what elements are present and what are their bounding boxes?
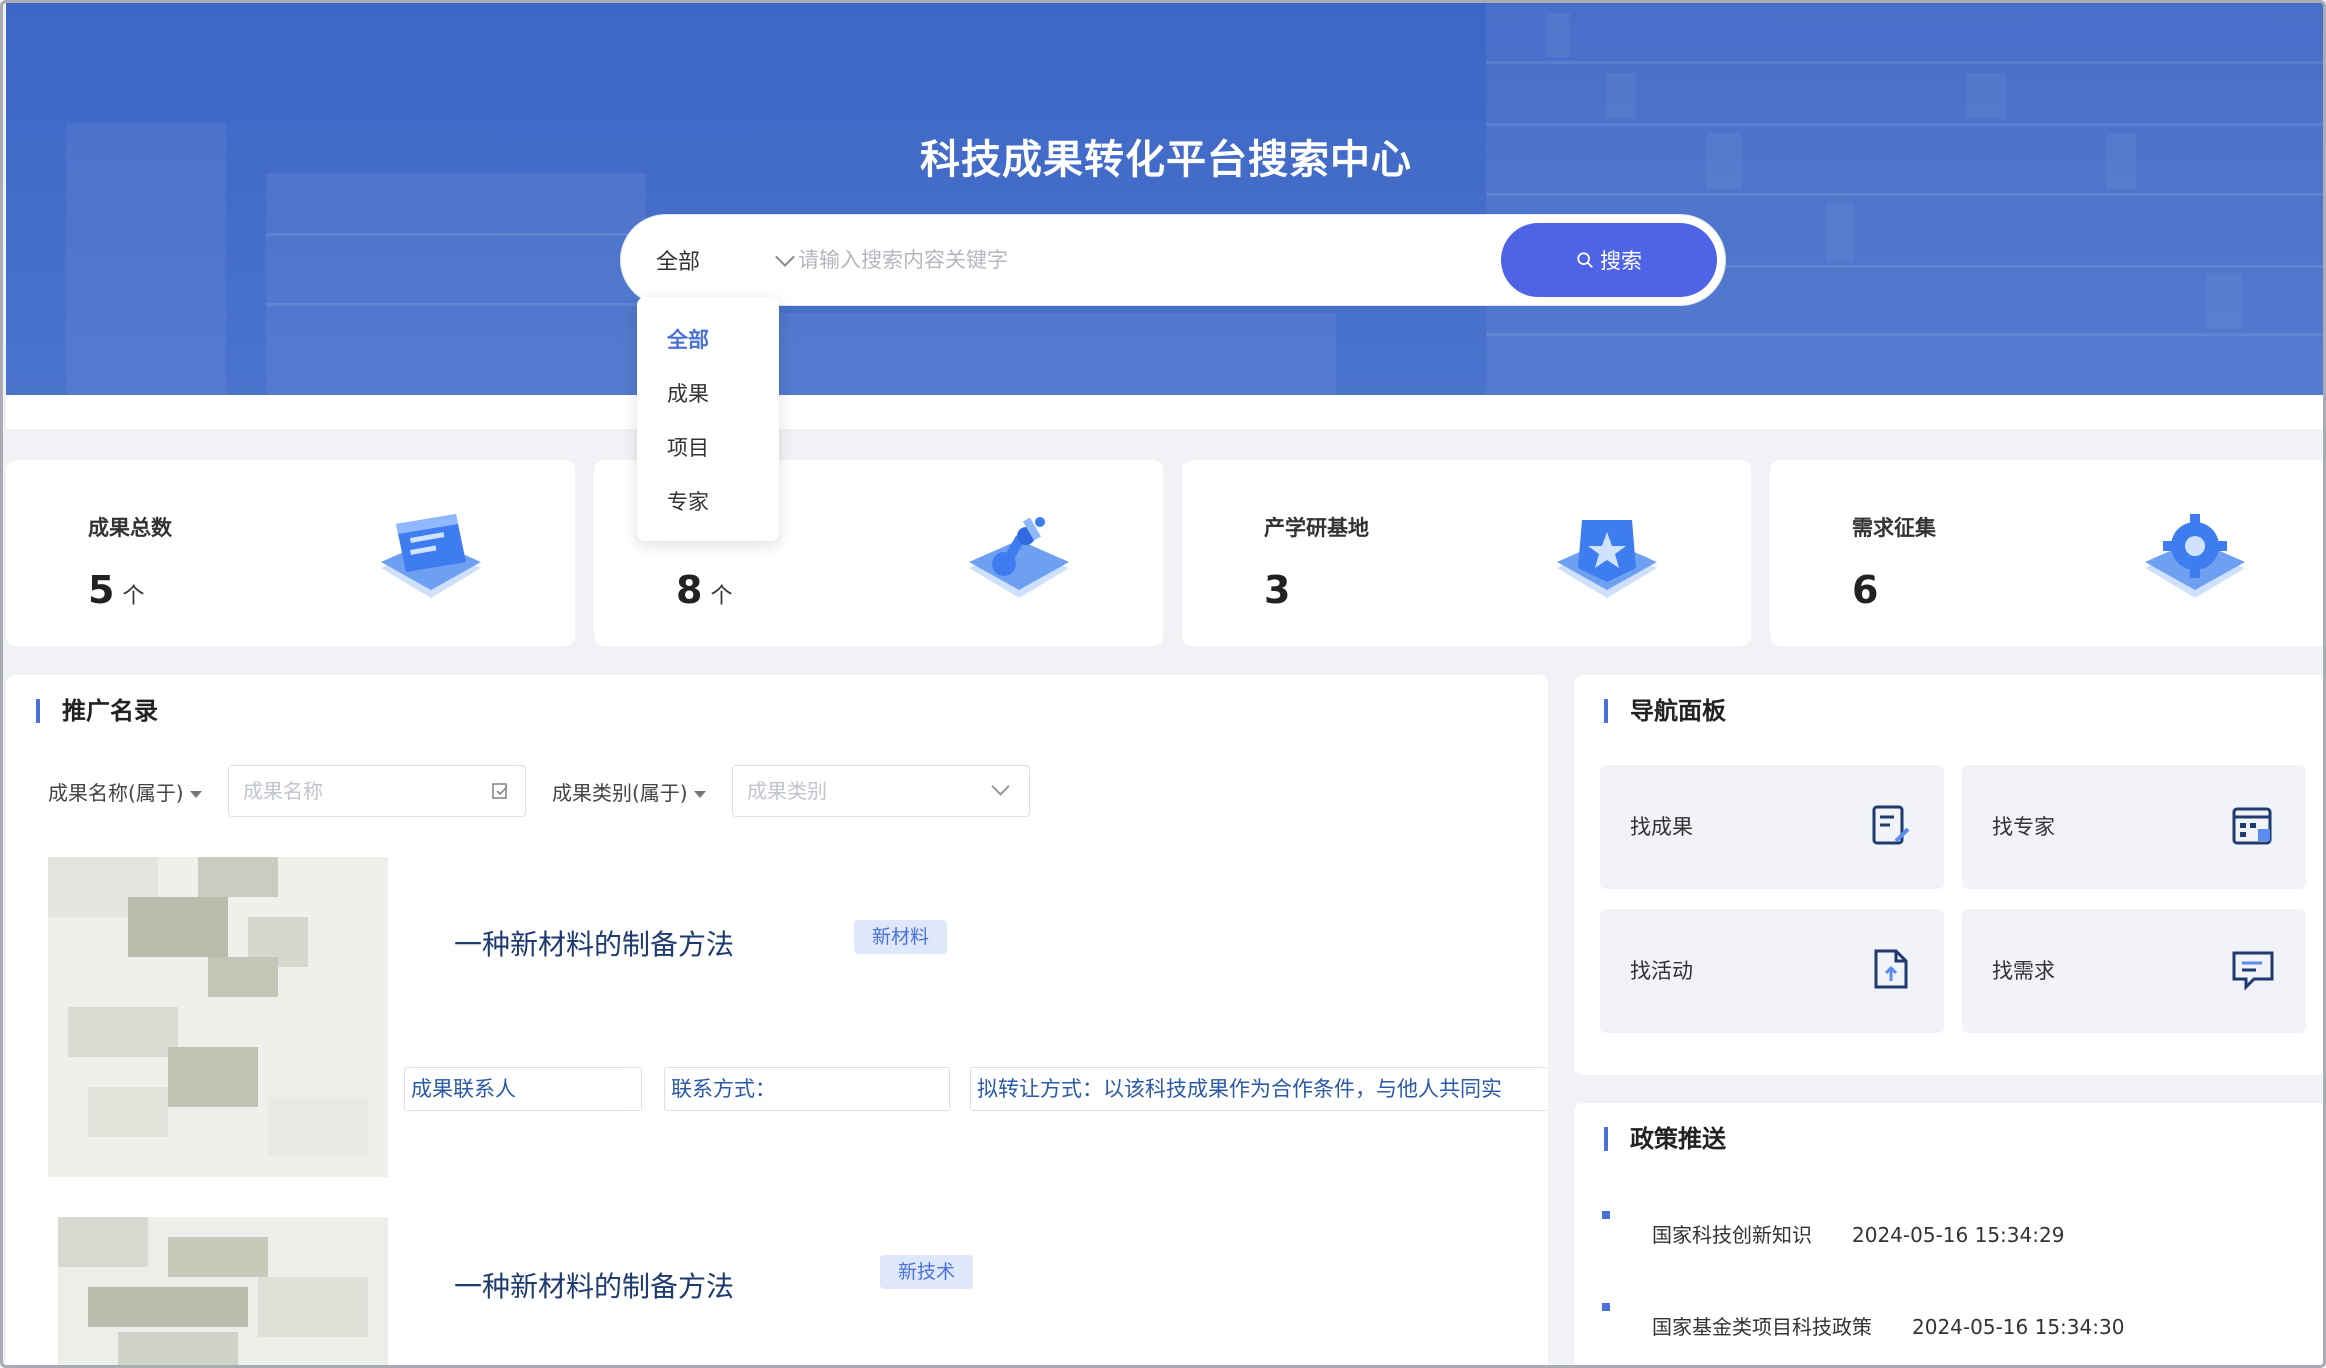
nav-panel-title: 导航面板 <box>1604 697 1726 725</box>
policy-item-name: 国家科技创新知识 <box>1652 1223 1812 1247</box>
contact-phone-field: 联系方式： <box>664 1067 950 1111</box>
nav-tile-find-demand[interactable]: 找需求 <box>1962 909 2306 1033</box>
stat-label: 成果总数 <box>88 516 172 540</box>
badge-star-icon <box>1557 520 1657 598</box>
transfer-method-field: 拟转让方式：以该科技成果作为合作条件，与他人共同实 <box>970 1067 1548 1111</box>
achievement-category-select[interactable]: 成果类别 <box>732 765 1030 817</box>
policy-panel: 政策推送 国家科技创新知识 2024-05-16 15:34:29 国家基金类项目… <box>1574 1103 2323 1365</box>
dropdown-option-expert[interactable]: 专家 <box>637 475 779 529</box>
achievement-title-link[interactable]: 一种新材料的制备方法 <box>454 923 734 963</box>
stat-value: 5个 <box>88 568 145 612</box>
policy-item-date: 2024-05-16 15:34:29 <box>1852 1223 2065 1247</box>
hero-bottom-band <box>6 395 2323 429</box>
nav-tile-find-activity[interactable]: 找活动 <box>1600 909 1944 1033</box>
nav-tile-label: 找专家 <box>1992 815 2055 839</box>
search-bar: 全部 搜索 <box>621 215 1725 305</box>
stat-card-achievements[interactable]: 成果总数 5个 <box>6 460 575 646</box>
nav-tile-label: 找需求 <box>1992 959 2055 983</box>
browser-window-icon <box>381 514 481 598</box>
edit-check-icon <box>492 783 508 799</box>
dropdown-option-project[interactable]: 项目 <box>637 421 779 475</box>
nav-tile-label: 找活动 <box>1630 959 1693 983</box>
category-tag: 新材料 <box>854 920 948 954</box>
directory-title: 推广名录 <box>36 697 158 725</box>
robot-arm-icon <box>969 517 1069 598</box>
policy-item-name: 国家基金类项目科技政策 <box>1652 1315 1872 1339</box>
document-edit-icon <box>1872 805 1910 845</box>
bullet-icon <box>1602 1211 1610 1219</box>
search-button[interactable]: 搜索 <box>1501 223 1717 297</box>
policy-item-date: 2024-05-16 15:34:30 <box>1912 1315 2125 1339</box>
message-icon <box>2232 951 2274 991</box>
search-category-dropdown: 全部 成果 项目 专家 <box>637 297 779 541</box>
category-tag: 新技术 <box>880 1255 974 1289</box>
search-category-value: 全部 <box>656 250 701 275</box>
caret-down-icon <box>693 791 706 798</box>
dropdown-option-all[interactable]: 全部 <box>637 313 779 367</box>
nav-panel: 导航面板 找成果 找专家 找活动 找需求 <box>1574 675 2323 1075</box>
gear-icon <box>2145 514 2245 598</box>
nav-tile-label: 找成果 <box>1630 815 1693 839</box>
page-title: 科技成果转化平台搜索中心 <box>920 137 1412 183</box>
calendar-list-icon <box>2232 807 2272 845</box>
file-upload-icon <box>1874 949 1908 989</box>
policy-item[interactable]: 国家科技创新知识 2024-05-16 15:34:29 <box>1602 1211 2065 1248</box>
search-input[interactable] <box>798 238 1438 282</box>
search-category-select[interactable]: 全部 <box>656 220 795 300</box>
caret-down-icon <box>189 791 202 798</box>
browser-frame: 科技成果转化平台搜索中心 全部 搜索 全部 成果 项目 专家 成果总数 5个 <box>0 0 2326 1368</box>
chevron-down-icon <box>991 777 1010 796</box>
filter-category-label[interactable]: 成果类别(属于) <box>552 777 706 806</box>
filter-name-label[interactable]: 成果名称(属于) <box>48 777 202 806</box>
achievement-name-input[interactable]: 成果名称 <box>228 765 526 817</box>
contact-person-field: 成果联系人 <box>404 1067 642 1111</box>
stat-value: 3 <box>1264 568 1291 612</box>
stat-label: 产学研基地 <box>1264 516 1369 540</box>
stat-value: 6 <box>1852 568 1879 612</box>
policy-item[interactable]: 国家基金类项目科技政策 2024-05-16 15:34:30 <box>1602 1303 2125 1340</box>
hero-banner: 科技成果转化平台搜索中心 全部 搜索 <box>6 3 2323 395</box>
search-icon <box>1577 252 1593 268</box>
achievement-thumbnail[interactable] <box>58 1217 388 1365</box>
dropdown-option-achievement[interactable]: 成果 <box>637 367 779 421</box>
policy-panel-title: 政策推送 <box>1604 1125 1726 1153</box>
stat-label: 需求征集 <box>1852 516 1936 540</box>
stat-card-bases[interactable]: 产学研基地 3 <box>1182 460 1751 646</box>
chevron-down-icon <box>775 247 795 267</box>
achievement-title-link[interactable]: 一种新材料的制备方法 <box>454 1265 734 1305</box>
bullet-icon <box>1602 1303 1610 1311</box>
achievement-thumbnail[interactable] <box>48 857 388 1177</box>
stat-value: 8个 <box>676 568 733 612</box>
nav-tile-find-achievement[interactable]: 找成果 <box>1600 765 1944 889</box>
stat-card-demands[interactable]: 需求征集 6 <box>1770 460 2323 646</box>
nav-tile-find-expert[interactable]: 找专家 <box>1962 765 2306 889</box>
directory-panel: 推广名录 成果名称(属于) 成果名称 成果类别(属于) 成果类别 一种新材料的制… <box>6 675 1548 1365</box>
search-button-label: 搜索 <box>1600 249 1642 273</box>
